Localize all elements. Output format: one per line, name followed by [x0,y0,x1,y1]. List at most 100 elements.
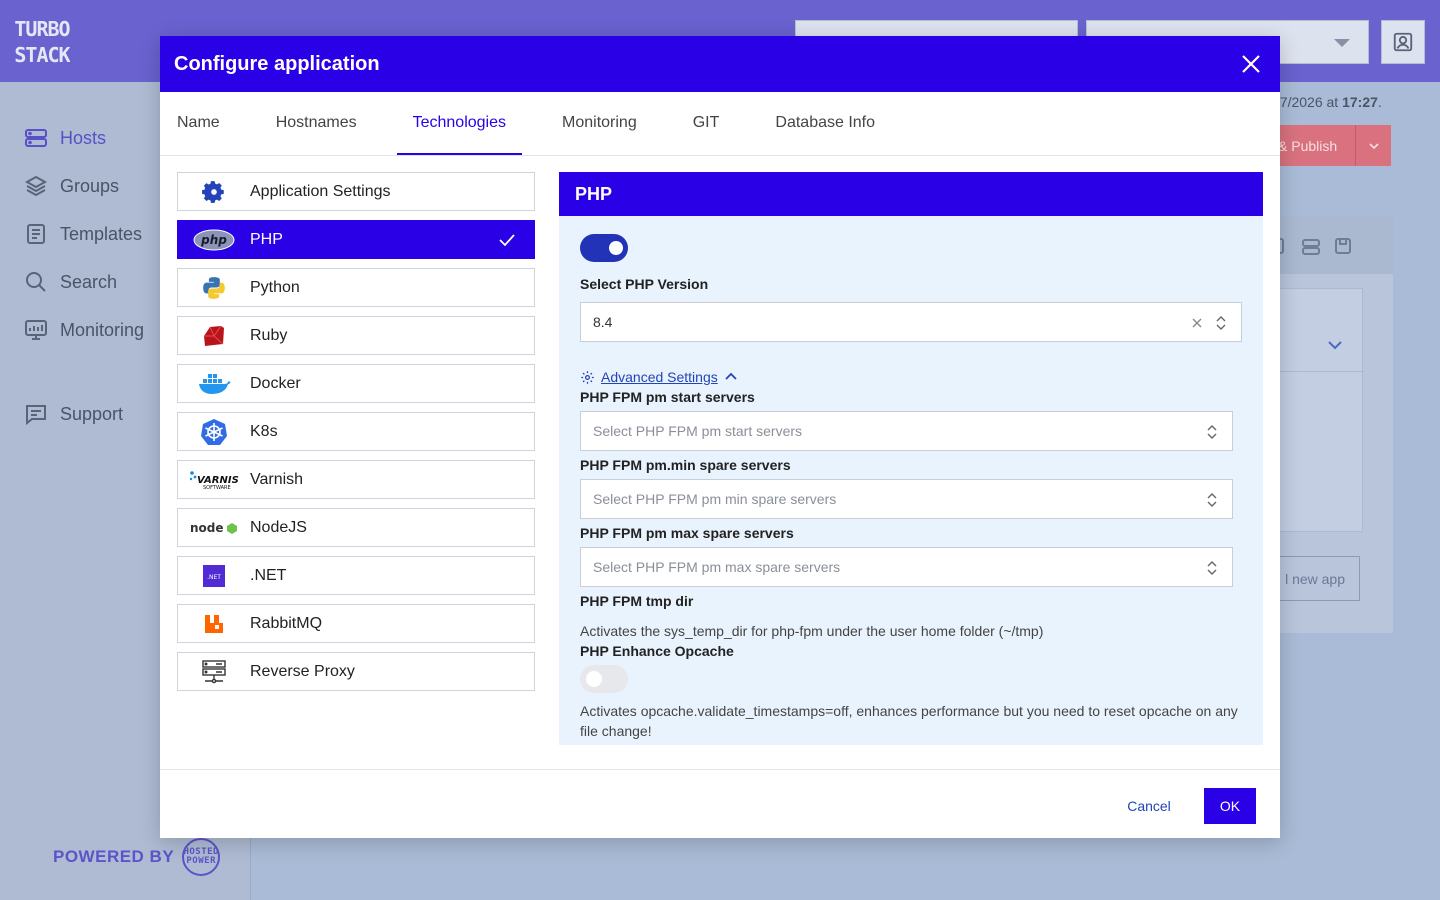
sidebar-item-monitoring[interactable]: Monitoring [24,318,144,342]
kubernetes-icon [201,418,227,445]
sidebar-item-hosts[interactable]: Hosts [24,126,106,150]
tech-item-label: Ruby [250,326,288,344]
close-icon [1242,55,1260,73]
tech-item-dotnet[interactable]: .NET .NET [177,556,535,595]
sidebar-item-search[interactable]: Search [24,270,117,294]
server-icon [202,659,226,683]
fpm-start-servers-select[interactable]: Select PHP FPM pm start servers [580,411,1233,451]
updown-chevron-icon [1216,316,1226,330]
ok-button[interactable]: OK [1204,788,1256,824]
dialog-header: Configure application [160,36,1280,92]
enhance-opcache-label: PHP Enhance Opcache [580,643,734,659]
fpm-min-spare-select[interactable]: Select PHP FPM pm min spare servers [580,479,1233,519]
fpm-max-spare-label: PHP FPM pm max spare servers [580,525,794,541]
chevron-up-icon[interactable] [724,370,738,384]
dialog-title: Configure application [174,52,380,75]
gear-icon [581,370,594,384]
tech-item-application-settings[interactable]: Application Settings [177,172,535,211]
tab-technologies[interactable]: Technologies [396,92,523,155]
sidebar-item-label: Monitoring [60,319,145,340]
fpm-min-spare-placeholder: Select PHP FPM pm min spare servers [593,491,837,507]
fpm-max-spare-select[interactable]: Select PHP FPM pm max spare servers [580,547,1233,587]
advanced-settings-link[interactable]: Advanced Settings [601,369,718,385]
tech-item-varnish[interactable]: VARNISHSOFTWARE Varnish [177,460,535,499]
tech-item-reverse-proxy[interactable]: Reverse Proxy [177,652,535,691]
php-version-select[interactable]: 8.4 [580,302,1242,342]
tech-item-php[interactable]: php PHP [177,220,535,259]
svg-text:STACK: STACK [14,43,70,67]
php-version-label: Select PHP Version [580,276,709,292]
toolbar-icons [1273,238,1351,255]
cancel-button[interactable]: Cancel [1108,788,1190,824]
tech-item-python[interactable]: Python [177,268,535,307]
powered-by-label: POWERED BY [53,847,175,866]
sidebar-item-label: Support [60,403,124,424]
fpm-tmp-dir-label: PHP FPM tmp dir [580,593,694,609]
tech-item-label: Docker [250,374,301,392]
tech-item-label: .NET [250,566,287,584]
configure-application-dialog: Configure application Name Hostnames Tec… [160,36,1280,838]
fpm-max-spare-placeholder: Select PHP FPM pm max spare servers [593,559,841,575]
python-icon [203,276,225,299]
tab-git[interactable]: GIT [677,92,736,155]
profile-button[interactable] [1381,20,1425,64]
tech-item-label: Varnish [250,470,304,488]
chevron-down-icon[interactable] [1325,335,1345,355]
fpm-start-servers-label: PHP FPM pm start servers [580,389,755,405]
enhance-opcache-help: Activates opcache.validate_timestamps=of… [580,703,1238,739]
dialog-tabs: Name Hostnames Technologies Monitoring G… [160,92,1280,156]
svg-text:SOFTWARE: SOFTWARE [203,485,231,491]
tab-name[interactable]: Name [161,92,236,155]
fpm-start-servers-placeholder: Select PHP FPM pm start servers [593,423,803,439]
nodejs-icon: node [190,521,237,535]
svg-text:TURBO: TURBO [14,17,70,41]
chevron-down-icon [1368,142,1379,149]
ruby-icon [204,325,224,346]
php-panel-header: PHP [559,172,1263,216]
tech-item-label: K8s [250,422,278,440]
chevron-down-icon [1334,39,1350,47]
checkmark-icon [499,234,515,247]
publish-dropdown-button[interactable] [1355,125,1391,166]
tab-monitoring[interactable]: Monitoring [546,92,653,155]
sidebar-item-label: Groups [60,175,120,196]
tech-item-rabbitmq[interactable]: RabbitMQ [177,604,535,643]
close-button[interactable] [1236,49,1266,79]
enhance-opcache-toggle[interactable] [580,665,628,693]
varnish-icon: VARNISHSOFTWARE [189,470,239,491]
tech-item-ruby[interactable]: Ruby [177,316,535,355]
layers-icon [24,175,48,197]
sidebar-item-support[interactable]: Support [24,402,123,426]
hosted-power-logo[interactable]: HOSTED POWER [182,838,221,876]
tech-item-label: Application Settings [250,182,391,200]
tech-item-k8s[interactable]: K8s [177,412,535,451]
tech-item-docker[interactable]: Docker [177,364,535,403]
fpm-min-spare-label: PHP FPM pm.min spare servers [580,457,791,473]
technology-list: Application Settings php PHP Python Ruby… [177,172,535,700]
svg-text:.NET: .NET [207,574,221,581]
advanced-settings-toggle[interactable]: Advanced Settings [580,369,1242,385]
sidebar-item-groups[interactable]: Groups [24,174,119,198]
hosts-icon [25,129,47,147]
powered-by: POWERED BY HOSTED POWER [53,838,221,876]
sidebar-item-templates[interactable]: Templates [24,222,142,246]
tab-hostnames[interactable]: Hostnames [260,92,373,155]
php-enable-toggle[interactable] [580,234,628,262]
turbo-stack-logo[interactable]: TURBO STACK [14,14,71,68]
dotnet-icon: .NET [203,564,225,587]
tech-item-label: Reverse Proxy [250,662,355,680]
document-icon [27,224,45,244]
monitor-icon [25,320,47,340]
svg-text:node: node [190,521,224,535]
tech-item-label: PHP [250,230,283,248]
tab-database-info[interactable]: Database Info [759,92,891,155]
docker-icon [199,373,231,394]
user-icon [1393,32,1413,52]
tech-item-nodejs[interactable]: node NodeJS [177,508,535,547]
search-icon [26,272,46,292]
clear-icon[interactable] [1191,317,1203,329]
save-publish-button[interactable]: & Publish [1270,125,1391,166]
updown-chevron-icon [1207,561,1217,575]
add-new-app-button[interactable]: l new app [1272,556,1360,601]
last-updated: 07/2026 at 17:27. [1272,94,1382,110]
